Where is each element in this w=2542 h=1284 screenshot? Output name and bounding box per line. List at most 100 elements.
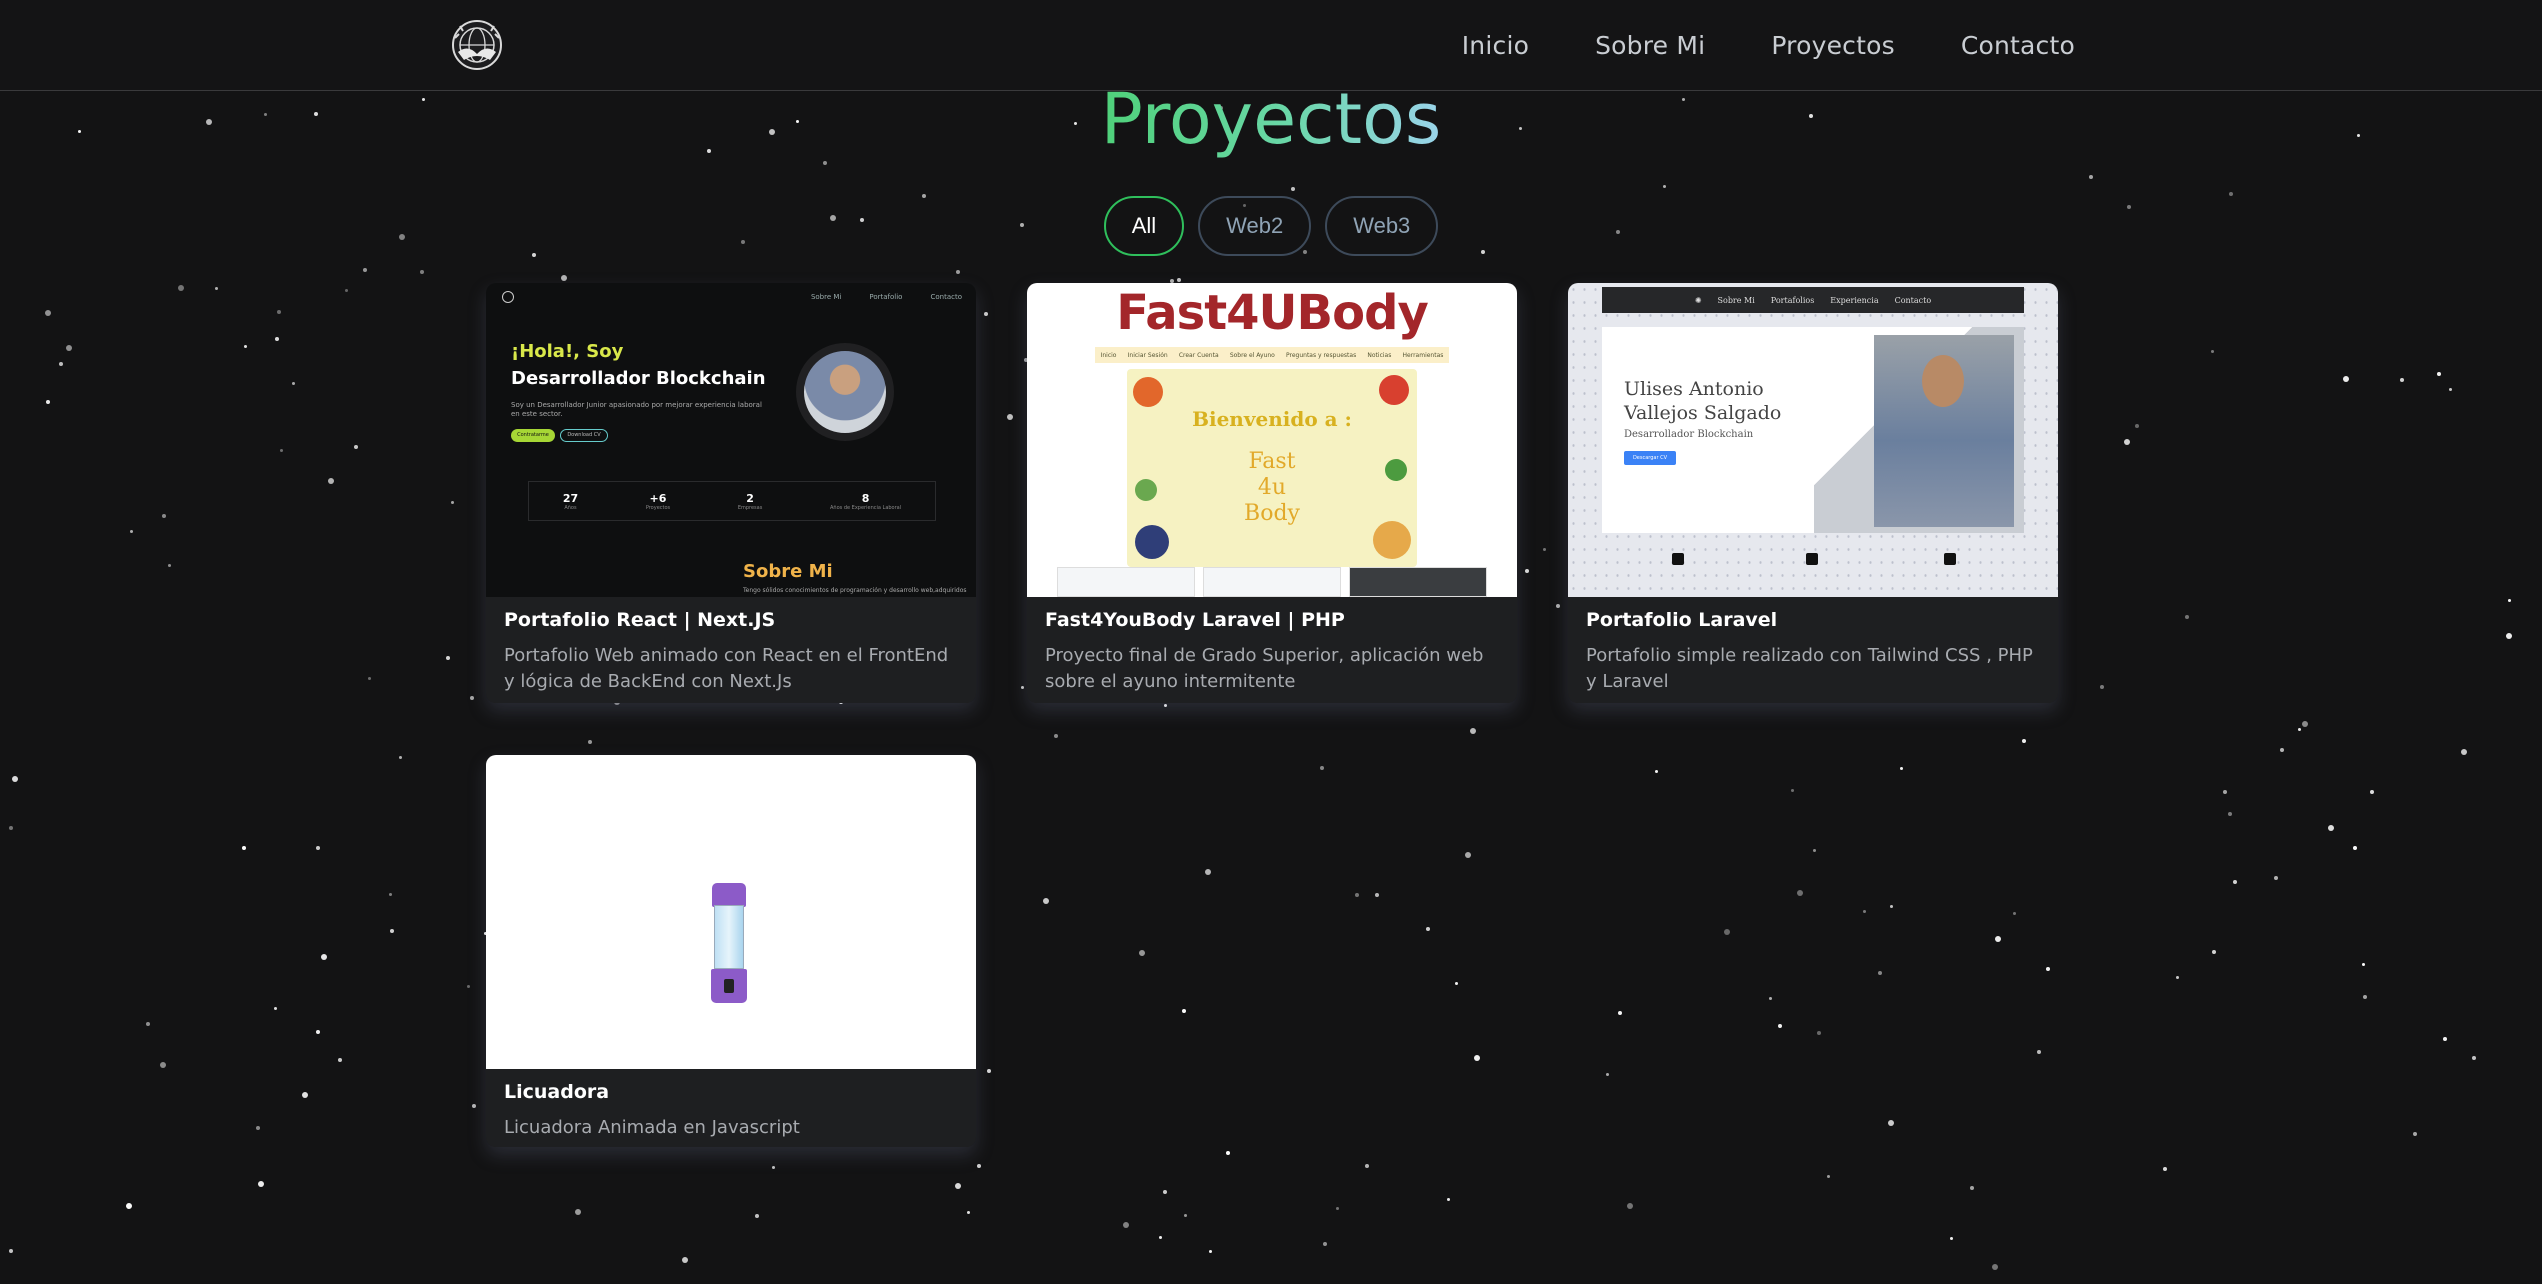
- preview-menu-item: Iniciar Sesión: [1127, 351, 1168, 359]
- project-preview-licuadora: [486, 755, 976, 1069]
- star-dot: [1163, 1190, 1167, 1194]
- star-dot: [823, 161, 827, 165]
- filter-web3-button[interactable]: Web3: [1325, 196, 1439, 256]
- star-dot: [1043, 898, 1049, 904]
- star-dot: [1878, 971, 1882, 975]
- project-card-fast4youbody[interactable]: Fast4UBody Inicio Iniciar Sesión Crear C…: [1027, 283, 1517, 703]
- preview-about-text: Tengo sólidos conocimientos de programac…: [743, 587, 967, 594]
- preview-nav-item: Portafolios: [1770, 295, 1815, 305]
- project-card-body: Portafolio React | Next.JS Portafolio We…: [486, 597, 976, 703]
- main-nav: Inicio Sobre Mi Proyectos Contacto: [1462, 0, 2075, 91]
- star-dot: [215, 287, 218, 290]
- star-dot: [2506, 633, 2512, 639]
- star-dot: [2022, 739, 2026, 743]
- star-dot: [1184, 1214, 1187, 1217]
- star-dot: [2013, 912, 2016, 915]
- stat-value: 8: [861, 491, 870, 505]
- star-dot: [470, 696, 474, 700]
- star-dot: [420, 270, 424, 274]
- star-dot: [45, 310, 51, 316]
- star-dot: [1724, 929, 1730, 935]
- project-title: Licuadora: [504, 1081, 610, 1103]
- star-dot: [967, 1211, 970, 1214]
- preview-thumbnail: [1349, 567, 1487, 597]
- star-dot: [338, 1058, 342, 1062]
- star-dot: [162, 514, 166, 518]
- star-dot: [59, 362, 63, 366]
- preview-headline: Desarrollador Blockchain: [511, 368, 766, 389]
- star-dot: [1426, 927, 1430, 931]
- twitter-icon: [1944, 553, 1956, 565]
- nav-link-contacto[interactable]: Contacto: [1961, 31, 2075, 60]
- preview-logo-icon: ✺: [1694, 295, 1702, 305]
- star-dot: [280, 449, 283, 452]
- star-dot: [2472, 1056, 2476, 1060]
- star-dot: [1813, 849, 1816, 852]
- preview-hire-button: Contratarme: [511, 429, 555, 442]
- preview-hero-line: 4u: [1257, 475, 1287, 500]
- preview-nav-item: Contacto: [1894, 295, 1932, 305]
- star-dot: [1455, 982, 1458, 985]
- star-dot: [2508, 599, 2511, 602]
- star-dot: [588, 740, 592, 744]
- star-dot: [984, 312, 988, 316]
- star-dot: [2413, 1132, 2417, 1136]
- preview-cta-button: Descargar CV: [1624, 451, 1676, 465]
- project-card-laravel-portfolio[interactable]: ✺ Sobre Mi Portafolios Experiencia Conta…: [1568, 283, 2058, 703]
- star-dot: [146, 1022, 150, 1026]
- nav-link-proyectos[interactable]: Proyectos: [1771, 31, 1895, 60]
- stat-value: +6: [649, 491, 667, 505]
- preview-about-title: Sobre Mi: [743, 561, 833, 582]
- star-dot: [561, 275, 567, 281]
- star-dot: [1355, 893, 1359, 897]
- star-dot: [1627, 1203, 1633, 1209]
- project-title: Portafolio React | Next.JS: [504, 609, 776, 631]
- filter-all-button[interactable]: All: [1103, 196, 1185, 256]
- star-dot: [772, 1166, 775, 1169]
- filter-web2-button[interactable]: Web2: [1198, 196, 1312, 256]
- star-dot: [1655, 770, 1658, 773]
- globe-hands-logo[interactable]: [450, 18, 504, 72]
- star-dot: [1797, 890, 1803, 896]
- star-dot: [1827, 1175, 1830, 1178]
- preview-role: Desarrollador Blockchain: [1624, 429, 1754, 440]
- star-dot: [682, 1257, 688, 1263]
- preview-hero-brand: Fast 4u Body: [1127, 449, 1417, 527]
- preview-menu-item: Herramientas: [1402, 351, 1444, 359]
- preview-hero-line: Fast: [1248, 449, 1296, 474]
- project-card-react-portfolio[interactable]: Sobre Mi Portafolio Contacto ¡Hola!, Soy…: [486, 283, 976, 703]
- preview-thumbnail: [1203, 567, 1341, 597]
- preview-stat: 27 Años: [563, 492, 578, 511]
- preview-stat: 2 Empresas: [738, 492, 763, 511]
- star-dot: [1320, 766, 1324, 770]
- star-dot: [2176, 976, 2179, 979]
- preview-stat: +6 Proyectos: [646, 492, 670, 511]
- star-dot: [328, 478, 334, 484]
- preview-brand: Fast4UBody: [1116, 285, 1428, 341]
- star-dot: [1556, 604, 1560, 608]
- star-dot: [2212, 950, 2216, 954]
- nav-link-sobre-mi[interactable]: Sobre Mi: [1595, 31, 1705, 60]
- star-dot: [2461, 749, 2467, 755]
- star-dot: [2046, 967, 2050, 971]
- preview-portrait: [1874, 335, 2014, 527]
- star-dot: [1177, 278, 1181, 282]
- blender-cup: [714, 905, 744, 969]
- preview-name-line: Vallejos Salgado: [1624, 402, 1782, 424]
- project-description: Proyecto final de Grado Superior, aplica…: [1045, 645, 1484, 692]
- star-dot: [1021, 686, 1024, 689]
- star-dot: [2328, 825, 2334, 831]
- preview-cv-button: Download CV: [560, 429, 608, 442]
- stat-label: Años: [564, 504, 577, 511]
- star-dot: [316, 1030, 320, 1034]
- nav-link-inicio[interactable]: Inicio: [1462, 31, 1529, 60]
- star-dot: [956, 270, 960, 274]
- project-card-licuadora[interactable]: Licuadora Licuadora Animada en Javascrip…: [486, 755, 976, 1147]
- star-dot: [275, 337, 279, 341]
- navbar: Inicio Sobre Mi Proyectos Contacto: [0, 0, 2542, 91]
- star-dot: [2233, 880, 2237, 884]
- star-dot: [354, 445, 358, 449]
- star-dot: [1606, 1073, 1609, 1076]
- blender-lid: [712, 883, 746, 907]
- star-dot: [1888, 1120, 1894, 1126]
